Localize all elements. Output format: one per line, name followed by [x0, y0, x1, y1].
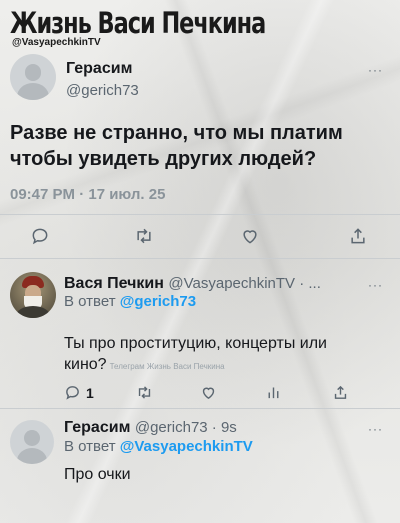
watermark-text: Телеграм Жизнь Васи Печкина	[109, 362, 225, 371]
gerasim-avatar[interactable]	[10, 420, 54, 464]
analytics-icon	[268, 387, 279, 399]
retweet-icon	[137, 228, 151, 244]
vasya-avatar[interactable]	[10, 272, 56, 318]
share-button[interactable]	[332, 384, 349, 401]
reply-to-prefix: В ответ	[64, 438, 116, 455]
like-button[interactable]	[240, 226, 260, 246]
tweet-author-handle[interactable]: @gerich73	[66, 82, 139, 99]
tweet-text-line-2: чтобы увидеть других людей?	[10, 148, 317, 170]
reply-text-line-2: кино?	[64, 356, 107, 373]
more-options-icon[interactable]: ···	[368, 422, 383, 436]
like-icon	[202, 387, 215, 400]
reply-header: Герасим @gerich73 · 9s	[64, 419, 237, 437]
reply-to-prefix: В ответ	[64, 293, 116, 310]
reply-author-name[interactable]: Вася Печкин	[64, 275, 164, 292]
tweet-text-line-1: Разве не странно, что мы платим	[10, 122, 343, 144]
tweet-timestamp[interactable]: 09:47 PM · 17 июл. 25	[10, 186, 165, 203]
reply-to-handle-link[interactable]: @VasyapechkinTV	[120, 438, 253, 455]
divider	[0, 408, 400, 409]
like-icon	[243, 230, 257, 244]
retweet-icon	[138, 386, 151, 399]
more-options-icon[interactable]: ···	[368, 278, 383, 292]
reply-icon	[66, 386, 79, 400]
tweet-author-name[interactable]: Герасим	[66, 60, 132, 78]
reply-button[interactable]	[30, 226, 50, 246]
more-options-icon[interactable]: ···	[368, 63, 383, 77]
reply-header: Вася Печкин @VasyapechkinTV · ...	[64, 275, 321, 293]
divider	[0, 258, 400, 259]
reply-text: Про очки	[64, 466, 131, 483]
share-icon	[351, 228, 365, 244]
reply-author-handle[interactable]: @gerich73 · 9s	[135, 419, 237, 436]
reply-count: 1	[86, 384, 94, 401]
reply-icon	[32, 228, 48, 245]
reply-text-line-1: Ты про проституцию, концерты или	[64, 335, 327, 352]
channel-title: Жизнь Васи Печкина	[10, 6, 266, 40]
divider	[0, 214, 400, 215]
share-button[interactable]	[348, 226, 368, 246]
reply-author-handle[interactable]: @VasyapechkinTV · ...	[168, 275, 321, 292]
retweet-button[interactable]	[133, 226, 155, 246]
retweet-button[interactable]	[135, 384, 154, 401]
avatar-coat	[16, 306, 50, 318]
share-icon	[334, 385, 347, 399]
analytics-button[interactable]	[265, 384, 282, 401]
like-button[interactable]	[200, 384, 217, 401]
reply-to-line: В ответ @VasyapechkinTV	[64, 438, 253, 455]
reply-to-line: В ответ @gerich73	[64, 293, 196, 310]
reply-text-line-2-row: кино? Телеграм Жизнь Васи Печкина	[64, 354, 225, 377]
channel-header: Жизнь Васи Печкина @VasyapechkinTV	[10, 6, 307, 48]
reply-to-handle-link[interactable]: @gerich73	[120, 293, 196, 310]
reply-author-name[interactable]: Герасим	[64, 419, 130, 436]
gerasim-avatar[interactable]	[10, 54, 56, 100]
reply-button[interactable]: 1	[64, 384, 94, 401]
